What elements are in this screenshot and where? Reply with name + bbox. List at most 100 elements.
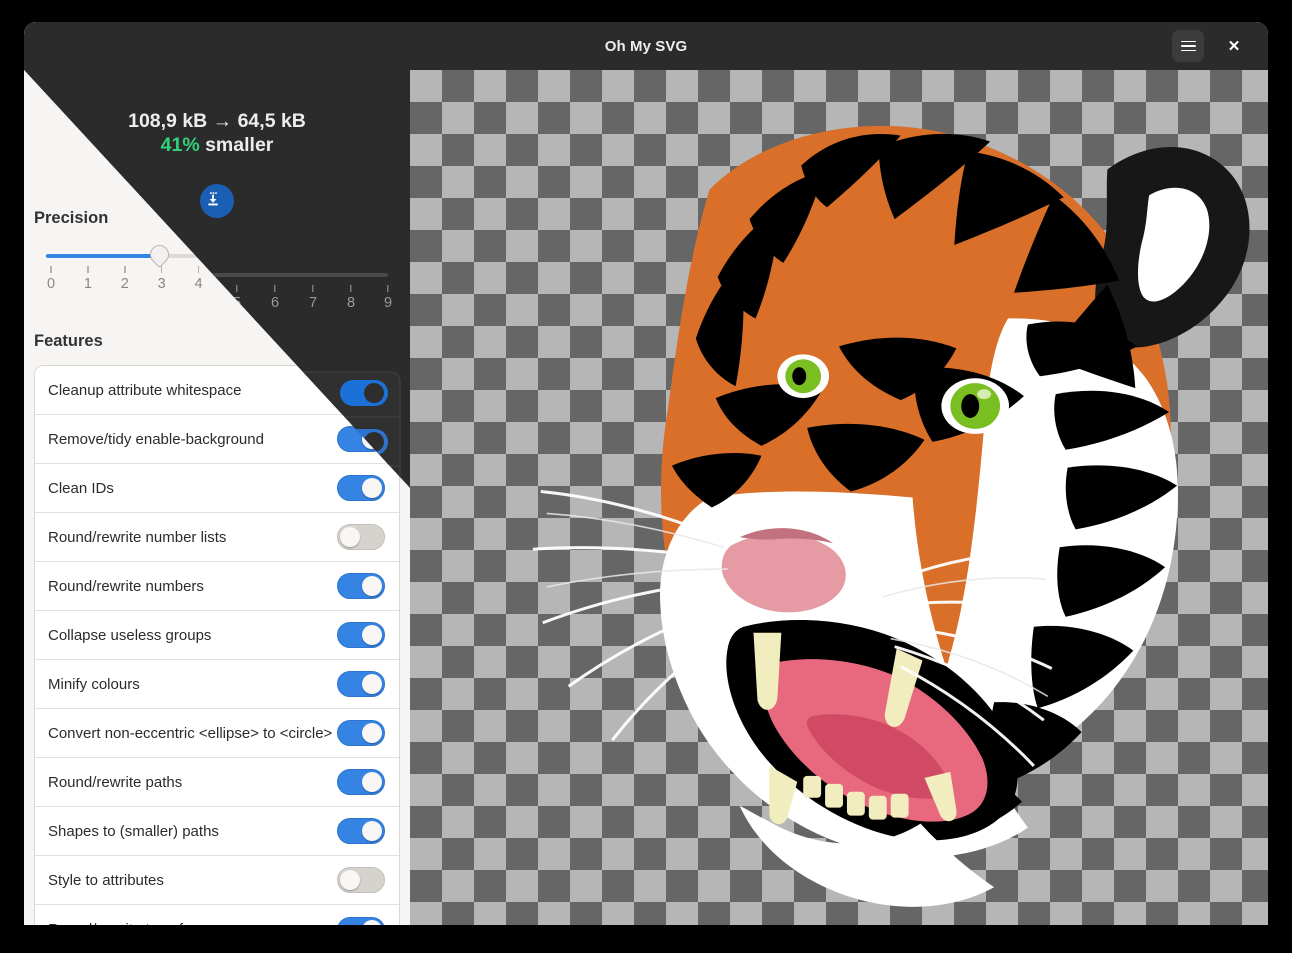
- toggle-knob: [340, 527, 360, 547]
- tick-label: 2: [120, 276, 130, 292]
- toggle-knob: [340, 870, 360, 890]
- titlebar: Oh My SVG ✕: [24, 22, 1268, 70]
- feature-toggle[interactable]: [337, 475, 385, 501]
- feature-row[interactable]: Clean IDs: [35, 464, 399, 513]
- feature-label: Round/rewrite transforms: [48, 921, 216, 925]
- feature-label: Round/rewrite number lists: [48, 529, 226, 546]
- reduction-text: 41% smaller: [24, 108, 410, 131]
- feature-label: Shapes to (smaller) paths: [48, 823, 219, 840]
- feature-toggle[interactable]: [337, 867, 385, 893]
- feature-label: Round/rewrite numbers: [48, 578, 204, 595]
- svg-preview-canvas[interactable]: [410, 70, 1268, 925]
- feature-row[interactable]: Convert non-eccentric <ellipse> to <circ…: [35, 709, 399, 758]
- feature-row[interactable]: Style to attributes: [35, 856, 399, 905]
- tick-mark: [382, 266, 384, 273]
- download-button[interactable]: [200, 147, 234, 181]
- feature-toggle[interactable]: [337, 573, 385, 599]
- tick-mark: [198, 266, 200, 273]
- features-heading: Features: [34, 332, 410, 351]
- window-title: Oh My SVG: [24, 38, 1268, 55]
- tick-mark: [124, 266, 126, 273]
- tick-label: 6: [267, 276, 277, 292]
- precision-heading: Precision: [34, 209, 410, 228]
- slider-tick-2: 2: [120, 266, 130, 292]
- size-stats: 108,9 kB → 64,5 kB 41% smaller: [24, 70, 410, 131]
- feature-label: Round/rewrite paths: [48, 774, 182, 791]
- features-list: Cleanup attribute whitespace Remove/tidy …: [34, 365, 400, 925]
- feature-label: Style to attributes: [48, 872, 164, 889]
- tick-label: 7: [304, 276, 314, 292]
- feature-label: Clean IDs: [48, 480, 114, 497]
- feature-label: Convert non-eccentric <ellipse> to <circ…: [48, 725, 332, 742]
- toggle-knob: [362, 723, 382, 743]
- tick-label: 9: [378, 276, 388, 292]
- feature-row[interactable]: Round/rewrite numbers: [35, 562, 399, 611]
- toggle-knob: [362, 478, 382, 498]
- tick-mark: [161, 266, 163, 273]
- slider-tick-7: 7: [304, 266, 314, 292]
- feature-label: Minify colours: [48, 676, 140, 693]
- size-comparison-text: 108,9 kB → 64,5 kB: [24, 82, 410, 105]
- toggle-knob: [362, 674, 382, 694]
- hamburger-icon: [1181, 41, 1196, 52]
- feature-toggle[interactable]: [337, 377, 385, 403]
- feature-toggle[interactable]: [337, 769, 385, 795]
- slider-tick-9: 9: [378, 266, 388, 292]
- window-body: 108,9 kB → 64,5 kB 41% smaller: [24, 70, 1268, 925]
- tick-label: 1: [83, 276, 93, 292]
- feature-row[interactable]: Round/rewrite number lists: [35, 513, 399, 562]
- feature-label: Collapse useless groups: [48, 627, 211, 644]
- feature-row[interactable]: Minify colours: [35, 660, 399, 709]
- feature-row[interactable]: Shapes to (smaller) paths: [35, 807, 399, 856]
- app-window: Oh My SVG ✕ 108,9 kB → 64,5 kB 41% small…: [24, 22, 1268, 925]
- tick-label: 5: [230, 276, 240, 292]
- tick-mark: [87, 266, 89, 273]
- feature-row[interactable]: Round/rewrite transforms: [35, 905, 399, 925]
- toggle-knob: [362, 429, 382, 449]
- slider-tick-3: 3: [157, 266, 167, 292]
- feature-toggle[interactable]: [337, 671, 385, 697]
- tick-mark: [308, 266, 310, 273]
- feature-toggle[interactable]: [337, 426, 385, 452]
- tick-label: 0: [46, 276, 56, 292]
- feature-row[interactable]: Cleanup attribute whitespace: [35, 366, 399, 415]
- tick-mark: [235, 266, 237, 273]
- tick-label: 4: [194, 276, 204, 292]
- slider-tick-5: 5: [230, 266, 240, 292]
- feature-toggle[interactable]: [337, 818, 385, 844]
- feature-row[interactable]: Collapse useless groups: [35, 611, 399, 660]
- feature-toggle[interactable]: [337, 720, 385, 746]
- feature-row[interactable]: Round/rewrite paths: [35, 758, 399, 807]
- feature-label: Remove/tidy enable-background: [48, 431, 264, 448]
- toggle-knob: [362, 576, 382, 596]
- slider-tick-4: 4: [194, 266, 204, 292]
- slider-tick-6: 6: [267, 266, 277, 292]
- tiger-head-illustration: [410, 70, 1268, 925]
- tick-label: 3: [157, 276, 167, 292]
- download-icon: [208, 155, 226, 173]
- download-row: [24, 147, 410, 181]
- reduction-suffix: smaller: [205, 108, 273, 130]
- tick-label: 8: [341, 276, 351, 292]
- slider-tick-0: 0: [46, 266, 56, 292]
- slider-tick-8: 8: [341, 266, 351, 292]
- close-icon: ✕: [1228, 39, 1241, 54]
- feature-toggle[interactable]: [337, 917, 385, 926]
- slider-tick-marks: 0 1 2 3 4 5 6 7 8 9: [46, 266, 388, 292]
- tick-mark: [345, 266, 347, 273]
- slider-handle[interactable]: [146, 241, 173, 268]
- options-sidebar: 108,9 kB → 64,5 kB 41% smaller: [24, 70, 410, 925]
- toggle-knob: [362, 625, 382, 645]
- tick-mark: [50, 266, 52, 273]
- feature-row[interactable]: Remove/tidy enable-background: [35, 415, 399, 464]
- precision-slider[interactable]: 0 1 2 3 4 5 6 7 8 9: [46, 250, 388, 306]
- toggle-knob: [362, 772, 382, 792]
- tick-mark: [272, 266, 274, 273]
- close-window-button[interactable]: ✕: [1218, 30, 1250, 62]
- feature-label: Cleanup attribute whitespace: [48, 382, 241, 399]
- reduction-percent: 41%: [161, 108, 200, 130]
- feature-toggle[interactable]: [337, 622, 385, 648]
- feature-toggle[interactable]: [337, 524, 385, 550]
- toggle-knob: [362, 920, 382, 926]
- main-menu-button[interactable]: [1172, 30, 1204, 62]
